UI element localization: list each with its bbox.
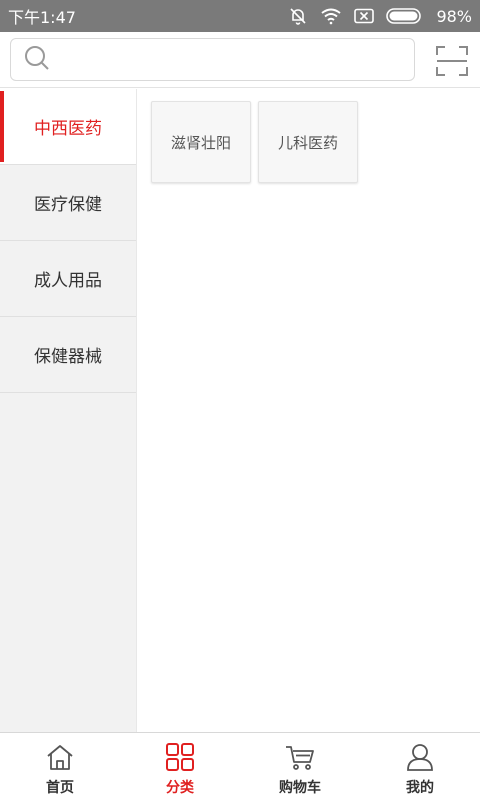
- subcategory-card-erke-yiyao[interactable]: 儿科医药: [258, 101, 358, 183]
- tab-cart[interactable]: 购物车: [240, 733, 360, 800]
- status-icons: 98%: [288, 6, 472, 26]
- tab-profile-label: 我的: [406, 780, 434, 796]
- status-bar: 下午1:47 98%: [0, 0, 480, 32]
- tab-cart-label: 购物车: [279, 780, 321, 796]
- category-label: 保健器械: [34, 347, 102, 367]
- home-icon: [45, 743, 75, 771]
- tab-home[interactable]: 首页: [0, 733, 120, 800]
- user-icon: [405, 743, 435, 771]
- tab-category-label: 分类: [166, 780, 194, 796]
- search-header: [0, 32, 480, 88]
- tab-category[interactable]: 分类: [120, 733, 240, 800]
- scan-button[interactable]: [436, 46, 468, 76]
- search-icon: [23, 44, 51, 76]
- cart-icon: [285, 743, 315, 771]
- scan-icon: [436, 46, 468, 80]
- sim-off-icon: [354, 8, 375, 24]
- subcategory-label: 滋肾壮阳: [170, 133, 231, 152]
- subcategory-card-zishen-zhuangyang[interactable]: 滋肾壮阳: [151, 101, 251, 183]
- category-label: 成人用品: [34, 271, 102, 291]
- category-item-chengren-yongpin[interactable]: 成人用品: [0, 241, 136, 317]
- search-input[interactable]: [51, 39, 414, 80]
- category-grid-icon: [165, 743, 195, 771]
- status-time: 下午1:47: [8, 8, 76, 27]
- tab-profile[interactable]: 我的: [360, 733, 480, 800]
- bottom-tab-bar: 首页 分类 购物车 我的: [0, 732, 480, 800]
- search-box[interactable]: [10, 38, 415, 81]
- category-item-yiliao-baojian[interactable]: 医疗保健: [0, 165, 136, 241]
- category-label: 中西医药: [34, 119, 102, 139]
- category-sidebar: 中西医药 医疗保健 成人用品 保健器械: [0, 89, 137, 732]
- subcategory-grid: 滋肾壮阳 儿科医药: [138, 89, 480, 183]
- subcategory-label: 儿科医药: [277, 133, 338, 152]
- battery-percentage: 98%: [436, 6, 472, 26]
- tab-home-label: 首页: [46, 780, 74, 796]
- bell-muted-icon: [288, 6, 308, 26]
- subcategory-panel: 滋肾壮阳 儿科医药: [138, 89, 480, 732]
- category-item-baojian-qixie[interactable]: 保健器械: [0, 317, 136, 393]
- battery-icon: [386, 8, 424, 24]
- category-item-zhongxi-yiyao[interactable]: 中西医药: [0, 89, 136, 165]
- wifi-icon: [320, 7, 342, 25]
- category-label: 医疗保健: [34, 195, 102, 215]
